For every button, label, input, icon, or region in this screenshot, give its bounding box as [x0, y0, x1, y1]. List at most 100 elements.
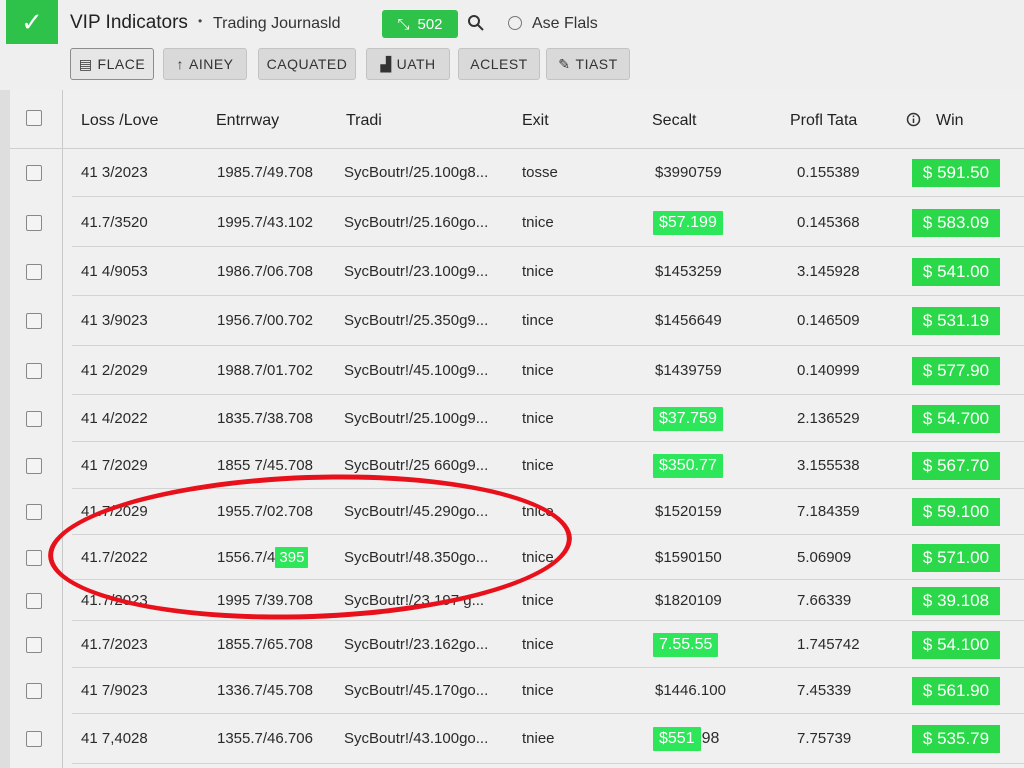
table-row[interactable]: 41.7/2029 1955.7/02.708 SycBoutr!/45.290go…: [10, 489, 1024, 535]
table-row[interactable]: 41 2/2029 1988.7/01.702 SycBoutr!/45.100g9…: [10, 346, 1024, 395]
loss-cell: 41 4/9053: [81, 263, 148, 280]
win-badge: $ 54.100: [912, 631, 1000, 659]
table-row[interactable]: 41 3/2023 1985.7/49.708 SycBoutr!/25.100g8…: [10, 148, 1024, 197]
entry-cell: 1336.7/45.708: [217, 682, 313, 699]
trade-cell: SycBoutr!/23 197 g...: [344, 592, 485, 609]
table-row[interactable]: 41 7/2029 1855 7/45.708 SycBoutr!/25 660g9…: [10, 442, 1024, 489]
exit-cell: tnice: [522, 503, 554, 520]
entry-cell: 1986.7/06.708: [217, 263, 313, 280]
exit-cell: tnice: [522, 263, 554, 280]
secalt-cell: $37.759: [653, 407, 723, 431]
table-row[interactable]: 41 4/2022 1835.7/38.708 SycBoutr!/25.100g9…: [10, 395, 1024, 442]
row-checkbox[interactable]: [26, 264, 42, 280]
profit-cell: 0.140999: [797, 362, 860, 379]
count-badge[interactable]: ⤡ 502: [382, 10, 458, 38]
profit-cell: 5.06909: [797, 549, 852, 566]
row-checkbox[interactable]: [26, 215, 42, 231]
entry-cell: 1955.7/02.708: [217, 503, 313, 520]
column-header-secalt[interactable]: Secalt: [652, 112, 696, 130]
entry-cell: 1985.7/49.708: [217, 164, 313, 181]
row-checkbox[interactable]: [26, 363, 42, 379]
exit-cell: tince: [522, 312, 554, 329]
table-row[interactable]: 41.7/2023 1855.7/65.708 SycBoutr!/23.162go…: [10, 621, 1024, 668]
exit-cell: tnice: [522, 549, 554, 566]
row-checkbox[interactable]: [26, 458, 42, 474]
check-icon[interactable]: ✓: [6, 0, 58, 44]
toolbar-button-uath[interactable]: ▟ UATH: [366, 48, 450, 80]
exit-cell: tnice: [522, 457, 554, 474]
table-row[interactable]: 41.7/2023 1995 7/39.708 SycBoutr!/23 197 g…: [10, 580, 1024, 621]
profit-cell: 0.146509: [797, 312, 860, 329]
table-row[interactable]: 41 4/9053 1986.7/06.708 SycBoutr!/23.100g9…: [10, 247, 1024, 296]
secalt-tail: 98: [701, 730, 720, 747]
search-icon[interactable]: [467, 14, 485, 32]
secalt-cell: $1456649: [655, 312, 722, 329]
toolbar-button-label: AINEY: [188, 56, 234, 72]
chart-icon: ▟: [380, 55, 392, 72]
toolbar-button-aclest[interactable]: ACLEST: [458, 48, 540, 80]
select-all-checkbox[interactable]: [26, 110, 42, 126]
grid-icon: ▤: [78, 55, 93, 72]
toolbar-button-flace[interactable]: ▤ FLACE: [70, 48, 154, 80]
row-divider: [72, 763, 1024, 764]
secalt-cell: $350.77: [653, 454, 723, 478]
secalt-cell: $1446.100: [655, 682, 726, 699]
exit-cell: tniee: [522, 730, 555, 747]
loss-cell: 41 7/9023: [81, 682, 148, 699]
secalt-cell: $1520159: [655, 503, 722, 520]
row-checkbox[interactable]: [26, 504, 42, 520]
loss-cell: 41.7/2023: [81, 636, 148, 653]
row-checkbox[interactable]: [26, 683, 42, 699]
loss-cell: 41 4/2022: [81, 410, 148, 427]
row-checkbox[interactable]: [26, 731, 42, 747]
breadcrumb-separator: •: [198, 14, 203, 28]
table-row[interactable]: 41.7/2022 1556.7/4 395 SycBoutr!/48.350go..…: [10, 535, 1024, 580]
loss-cell: 41.7/2029: [81, 503, 148, 520]
win-badge: $ 59.100: [912, 498, 1000, 526]
column-header-exit[interactable]: Exit: [522, 112, 549, 130]
toolbar-button-caquated[interactable]: CAQUATED: [258, 48, 356, 80]
count-badge-label: 502: [417, 15, 443, 33]
trade-cell: SycBoutr!/25.100g9...: [344, 410, 489, 427]
toolbar-button-label: CAQUATED: [266, 56, 348, 72]
entry-cell: 1855.7/65.708: [217, 636, 313, 653]
row-checkbox[interactable]: [26, 637, 42, 653]
row-checkbox[interactable]: [26, 313, 42, 329]
loss-cell: 41.7/3520: [81, 214, 148, 231]
column-header-loss[interactable]: Loss /Love: [81, 112, 158, 130]
column-header-trade[interactable]: Tradi: [346, 112, 382, 130]
loss-cell: 41.7/2022: [81, 549, 148, 566]
entry-cell: 1956.7/00.702: [217, 312, 313, 329]
entry-cell: 1995.7/43.102: [217, 214, 313, 231]
win-badge: $ 561.90: [912, 677, 1000, 705]
profit-cell: 0.155389: [797, 164, 860, 181]
table-row[interactable]: 41 7,4028 1355.7/46.706 SycBoutr!/43.100go…: [10, 714, 1024, 764]
trade-cell: SycBoutr!/25.160go...: [344, 214, 489, 231]
toolbar-button-label: UATH: [396, 56, 436, 72]
row-checkbox[interactable]: [26, 165, 42, 181]
row-checkbox[interactable]: [26, 593, 42, 609]
trade-cell: SycBoutr!/23.100g9...: [344, 263, 489, 280]
toolbar-button-tiast[interactable]: ✎ TIAST: [546, 48, 630, 80]
column-header-profit[interactable]: Profl Tata: [790, 112, 857, 130]
trade-cell: SycBoutr!/45.290go...: [344, 503, 489, 520]
filter-radio[interactable]: [508, 16, 522, 30]
exit-cell: tnice: [522, 592, 554, 609]
row-checkbox[interactable]: [26, 411, 42, 427]
loss-cell: 41.7/2023: [81, 592, 148, 609]
app-title: VIP Indicators: [70, 12, 188, 33]
page-subtitle: Trading Journasld: [213, 15, 341, 32]
exit-cell: tnice: [522, 214, 554, 231]
table-row[interactable]: 41 7/9023 1336.7/45.708 SycBoutr!/45.170go…: [10, 668, 1024, 714]
column-header-entry[interactable]: Entrrway: [216, 112, 279, 130]
toolbar-button-ainey[interactable]: ↑ AINEY: [163, 48, 247, 80]
secalt-cell: $1453259: [655, 263, 722, 280]
table-row[interactable]: 41.7/3520 1995.7/43.102 SycBoutr!/25.160go…: [10, 198, 1024, 247]
row-checkbox[interactable]: [26, 550, 42, 566]
profit-cell: 3.155538: [797, 457, 860, 474]
column-header-win[interactable]: Win: [936, 112, 964, 130]
expand-icon: ⤡: [397, 15, 410, 33]
info-icon[interactable]: [906, 112, 921, 127]
win-badge: $ 591.50: [912, 159, 1000, 187]
table-row[interactable]: 41 3/9023 1956.7/00.702 SycBoutr!/25.350g9…: [10, 296, 1024, 346]
